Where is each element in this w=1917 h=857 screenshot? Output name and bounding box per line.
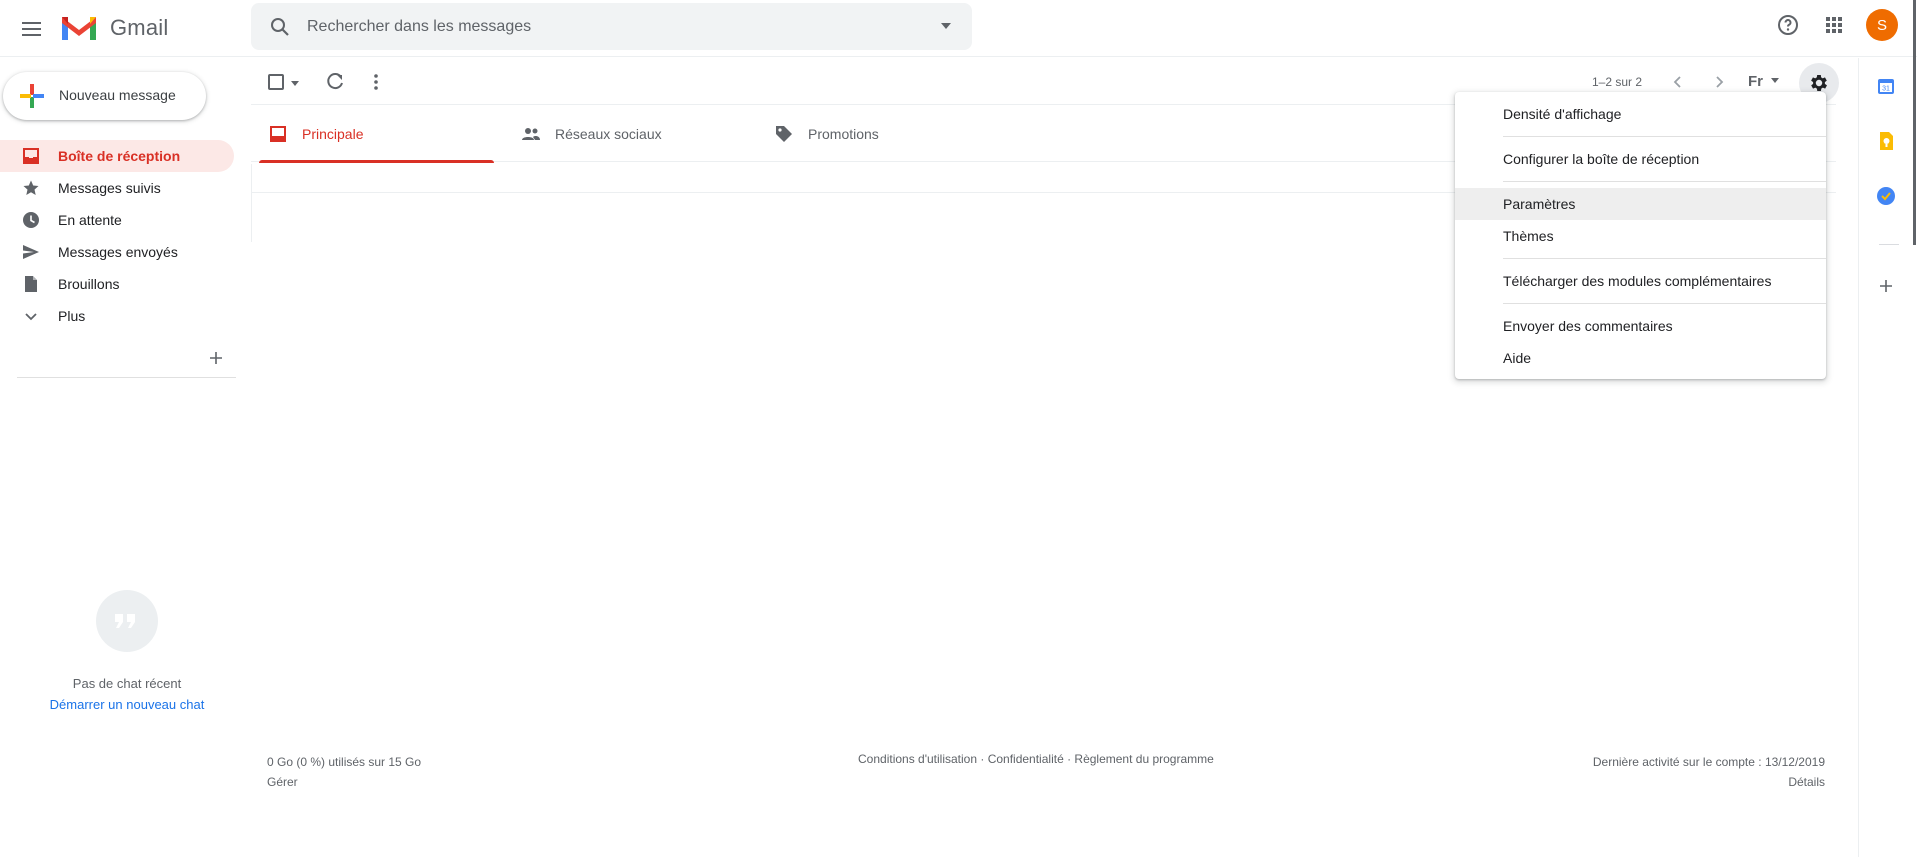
menu-item-help[interactable]: Aide <box>1455 342 1826 374</box>
chevron-right-icon[interactable] <box>1709 72 1729 92</box>
start-chat-link[interactable]: Démarrer un nouveau chat <box>0 697 254 712</box>
sidebar-nav: Boîte de réception Messages suivis En at… <box>0 140 236 332</box>
menu-divider <box>1503 181 1826 182</box>
sidebar-item-sent[interactable]: Messages envoyés <box>0 236 234 268</box>
chevron-down-icon <box>25 313 37 321</box>
menu-item-get-addons[interactable]: Télécharger des modules complémentaires <box>1455 265 1826 297</box>
menu-divider <box>1503 303 1826 304</box>
chat-empty-text: Pas de chat récent <box>72 676 182 691</box>
sidebar-item-label: En attente <box>58 212 122 228</box>
chat-bubble-icon <box>96 590 158 652</box>
menu-item-send-feedback[interactable]: Envoyer des commentaires <box>1455 310 1826 342</box>
gear-icon <box>1811 75 1827 91</box>
gmail-logo[interactable] <box>59 12 99 42</box>
menu-icon[interactable] <box>16 14 46 44</box>
sidebar-item-drafts[interactable]: Brouillons <box>0 268 234 300</box>
sidebar-item-more[interactable]: Plus <box>0 300 234 332</box>
draft-icon <box>25 276 37 292</box>
scrollbar[interactable] <box>1913 0 1916 245</box>
manage-link[interactable]: Gérer <box>267 772 421 792</box>
send-icon <box>23 245 39 259</box>
keep-icon[interactable] <box>1876 131 1896 151</box>
tasks-icon[interactable] <box>1876 186 1896 206</box>
app-name: Gmail <box>110 15 169 40</box>
active-tab-indicator <box>259 160 494 163</box>
tab-label: Principale <box>302 126 364 142</box>
tab-label: Réseaux sociaux <box>555 126 662 142</box>
select-all-checkbox[interactable] <box>268 74 284 90</box>
chat-empty-state: Pas de chat récent Démarrer un nouveau c… <box>0 590 254 712</box>
sidebar-item-label: Boîte de réception <box>58 148 181 164</box>
chevron-left-icon[interactable] <box>1668 72 1688 92</box>
search-options-icon[interactable] <box>938 18 954 34</box>
sidebar-item-starred[interactable]: Messages suivis <box>0 172 234 204</box>
menu-divider <box>1503 258 1826 259</box>
sidebar-item-label: Brouillons <box>58 276 120 292</box>
calendar-icon[interactable]: 31 <box>1876 76 1896 96</box>
side-panel: 31 <box>1858 58 1917 857</box>
tab-social[interactable]: Réseaux sociaux <box>504 106 747 162</box>
settings-menu: Densité d'affichage Configurer la boîte … <box>1455 92 1826 379</box>
add-addon-icon[interactable] <box>1876 276 1896 296</box>
menu-divider <box>1503 136 1826 137</box>
input-tools-label: Fr <box>1748 73 1763 90</box>
more-options-icon[interactable] <box>365 71 387 93</box>
menu-item-settings[interactable]: Paramètres <box>1455 188 1826 220</box>
storage-info: 0 Go (0 %) utilisés sur 15 Go Gérer <box>267 752 421 792</box>
labels-section <box>17 342 236 378</box>
side-panel-divider <box>1879 244 1899 245</box>
select-dropdown-icon[interactable] <box>290 78 300 88</box>
help-icon[interactable] <box>1776 13 1800 37</box>
sidebar-item-label: Plus <box>58 308 86 324</box>
details-link[interactable]: Détails <box>1593 772 1825 792</box>
menu-item-themes[interactable]: Thèmes <box>1455 220 1826 252</box>
add-label-icon[interactable] <box>206 348 226 368</box>
svg-text:31: 31 <box>1882 86 1890 93</box>
last-activity-text: Dernière activité sur le compte : 13/12/… <box>1592 755 1825 769</box>
storage-text: 0 Go (0 %) utilisés sur 15 Go <box>267 755 422 769</box>
sidebar-item-inbox[interactable]: Boîte de réception <box>0 140 234 172</box>
people-icon <box>522 128 540 140</box>
search-bar[interactable] <box>251 3 972 50</box>
tag-icon <box>776 126 792 142</box>
header: Gmail S <box>0 0 1917 57</box>
pagination-info: 1–2 sur 2 <box>1592 75 1643 89</box>
tab-promotions[interactable]: Promotions <box>757 106 1000 162</box>
menu-item-configure-inbox[interactable]: Configurer la boîte de réception <box>1455 143 1826 175</box>
apps-icon[interactable] <box>1822 13 1846 37</box>
star-icon <box>23 180 39 195</box>
avatar[interactable]: S <box>1866 9 1898 41</box>
tab-label: Promotions <box>808 126 879 142</box>
input-tools-button[interactable]: Fr <box>1748 72 1784 92</box>
search-input[interactable] <box>307 13 907 41</box>
search-icon[interactable] <box>268 15 292 39</box>
inbox-icon <box>23 148 39 164</box>
compose-plus-icon <box>20 84 44 108</box>
inbox-tab-icon <box>270 126 286 142</box>
refresh-icon[interactable] <box>324 71 346 93</box>
caret-down-icon <box>1771 78 1779 83</box>
sidebar-item-label: Messages suivis <box>58 180 161 196</box>
account-activity: Dernière activité sur le compte : 13/12/… <box>1593 752 1825 792</box>
compose-button[interactable]: Nouveau message <box>3 72 206 120</box>
sidebar-item-label: Messages envoyés <box>58 244 178 260</box>
clock-icon <box>23 212 39 228</box>
sidebar-item-snoozed[interactable]: En attente <box>0 204 234 236</box>
tab-primary[interactable]: Principale <box>251 106 494 163</box>
footer-links[interactable]: Conditions d'utilisation · Confidentiali… <box>858 752 1214 766</box>
compose-label: Nouveau message <box>59 87 176 103</box>
menu-item-display-density[interactable]: Densité d'affichage <box>1455 98 1826 130</box>
